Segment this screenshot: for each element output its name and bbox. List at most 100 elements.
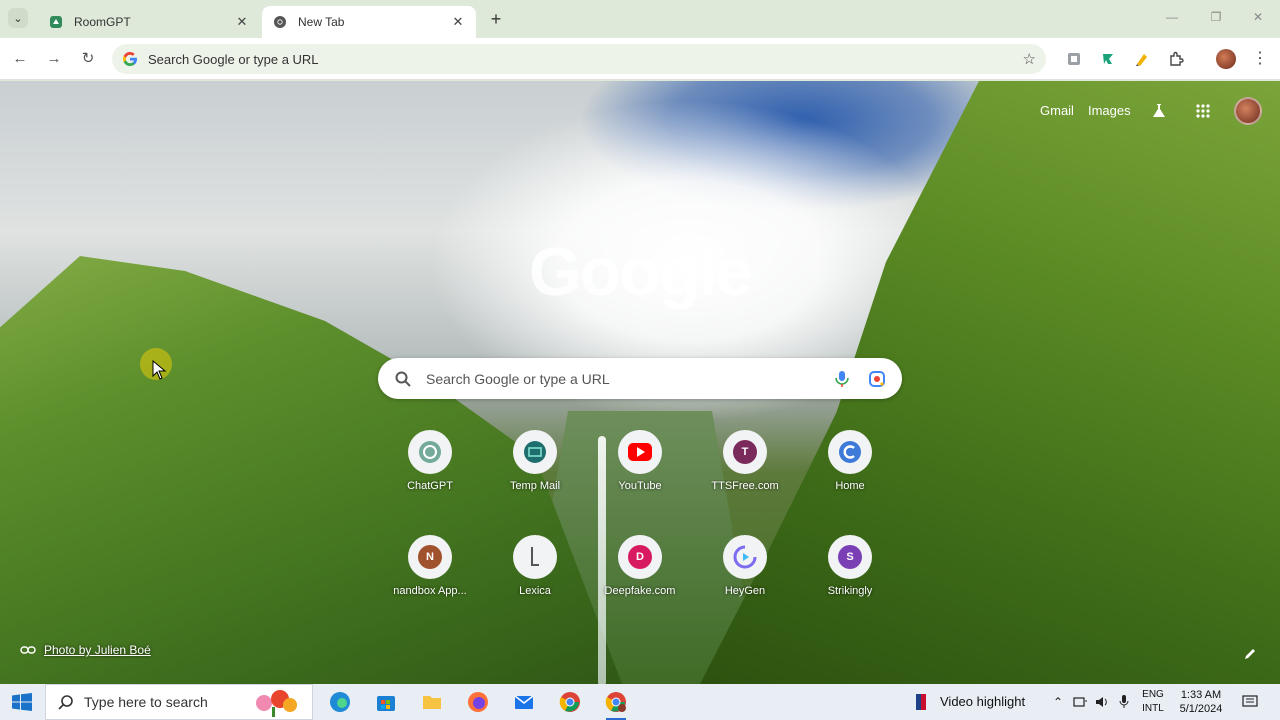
- shortcut-icon-container: [723, 535, 767, 579]
- shortcut-temp-mail[interactable]: Temp Mail: [483, 430, 587, 520]
- tab-title: RoomGPT: [74, 15, 131, 29]
- shortcut-deepfake[interactable]: D Deepfake.com: [588, 535, 692, 625]
- google-logo: Google: [528, 234, 753, 310]
- account-avatar[interactable]: [1234, 97, 1262, 125]
- shortcut-nandbox[interactable]: N nandbox App...: [378, 535, 482, 625]
- shortcut-ttsfree[interactable]: T TTSFree.com: [693, 430, 797, 520]
- photo-credit-link[interactable]: Photo by Julien Boé: [20, 643, 151, 657]
- shortcut-label: Home: [835, 480, 865, 492]
- close-window-icon[interactable]: ✕: [1248, 10, 1268, 28]
- shortcut-icon-container: N: [408, 535, 452, 579]
- profile-avatar[interactable]: [1216, 49, 1236, 69]
- shortcut-letter-icon: S: [838, 545, 862, 569]
- shortcut-label: Temp Mail: [509, 480, 561, 492]
- close-tab-icon[interactable]: ✕: [450, 14, 466, 30]
- ntp-top-links: Gmail Images: [1040, 103, 1131, 118]
- grammar-extension-icon[interactable]: [1098, 49, 1118, 69]
- nba-icon[interactable]: [914, 694, 928, 710]
- shortcut-icon-container: [513, 430, 557, 474]
- customize-pencil-icon[interactable]: [1238, 642, 1262, 666]
- shortcut-label: Lexica: [519, 585, 551, 597]
- more-menu-icon[interactable]: ⋮: [1250, 49, 1270, 69]
- clock-date: 5/1/2024: [1179, 703, 1223, 715]
- clock[interactable]: 1:33 AM 5/1/2024: [1176, 688, 1226, 716]
- notification-center-icon[interactable]: [1242, 694, 1258, 710]
- gmail-link[interactable]: Gmail: [1040, 103, 1074, 118]
- forward-icon[interactable]: →: [44, 49, 64, 69]
- google-g-icon: [123, 52, 137, 66]
- keyboard-layout: INTL: [1142, 703, 1164, 714]
- windows-start-icon[interactable]: [12, 693, 32, 711]
- youtube-icon: [628, 443, 652, 461]
- ntp-search-box[interactable]: Search Google or type a URL: [378, 358, 902, 399]
- taskbar-chrome-icon[interactable]: [558, 690, 582, 714]
- shortcut-lexica[interactable]: Lexica: [483, 535, 587, 625]
- google-lens-icon[interactable]: [868, 370, 886, 388]
- shortcut-label: Deepfake.com: [604, 585, 676, 597]
- tab-search-button[interactable]: ⌄: [8, 8, 28, 28]
- images-link[interactable]: Images: [1088, 103, 1131, 118]
- highlighter-extension-icon[interactable]: [1132, 49, 1152, 69]
- taskbar-chrome-profile-icon[interactable]: [604, 690, 628, 720]
- close-tab-icon[interactable]: ✕: [234, 14, 250, 30]
- shortcut-chatgpt[interactable]: ChatGPT: [378, 430, 482, 520]
- shortcut-icon-container: S: [828, 535, 872, 579]
- ntp-search-placeholder: Search Google or type a URL: [426, 370, 610, 387]
- show-hidden-icons-icon[interactable]: ⌃: [1050, 694, 1066, 710]
- shortcut-icon-container: T: [723, 430, 767, 474]
- microphone-tray-icon[interactable]: [1116, 694, 1132, 710]
- taskbar-firefox-icon[interactable]: [466, 690, 490, 714]
- tab-title: New Tab: [298, 15, 345, 29]
- taskbar-search-box[interactable]: Type here to search: [45, 684, 313, 720]
- volume-icon[interactable]: [1094, 694, 1110, 710]
- chrome-favicon-icon: [272, 14, 288, 30]
- shortcut-strikingly[interactable]: S Strikingly: [798, 535, 902, 625]
- shortcut-heygen[interactable]: HeyGen: [693, 535, 797, 625]
- photo-credit-text: Photo by Julien Boé: [44, 643, 151, 657]
- tab-roomgpt[interactable]: RoomGPT ✕: [38, 6, 260, 38]
- heygen-icon: [733, 545, 757, 569]
- microphone-icon[interactable]: [834, 370, 850, 388]
- shortcut-youtube[interactable]: YouTube: [588, 430, 692, 520]
- address-bar[interactable]: Search Google or type a URL ☆: [112, 44, 1046, 74]
- reload-icon[interactable]: ↻: [78, 49, 98, 69]
- tab-new-tab[interactable]: New Tab ✕: [262, 6, 476, 38]
- extension-icon[interactable]: [1064, 49, 1084, 69]
- taskbar-file-explorer-icon[interactable]: [420, 690, 444, 714]
- shortcut-label: YouTube: [618, 480, 662, 492]
- shortcut-label: ChatGPT: [407, 480, 453, 492]
- bookmark-star-icon[interactable]: ☆: [1023, 50, 1036, 68]
- back-icon[interactable]: ←: [10, 49, 30, 69]
- shortcut-icon-container: [828, 430, 872, 474]
- shortcut-label: TTSFree.com: [711, 480, 779, 492]
- search-icon: [395, 371, 411, 387]
- shortcut-letter-icon: N: [418, 545, 442, 569]
- shortcut-icon-container: D: [618, 535, 662, 579]
- shortcut-label: Strikingly: [827, 585, 873, 597]
- video-highlight-label[interactable]: Video highlight: [940, 694, 1025, 709]
- new-tab-button[interactable]: +: [486, 10, 506, 30]
- extensions-puzzle-icon[interactable]: [1166, 49, 1186, 69]
- taskbar-edge-icon[interactable]: [328, 690, 352, 714]
- shortcut-icon-container: [408, 430, 452, 474]
- shortcut-icon-container: [513, 535, 557, 579]
- shortcut-home[interactable]: Home: [798, 430, 902, 520]
- browser-toolbar: ← → ↻ Search Google or type a URL ☆ ⋮: [0, 38, 1280, 80]
- network-icon[interactable]: [1072, 694, 1088, 710]
- taskbar-mail-icon[interactable]: [512, 690, 536, 714]
- address-bar-placeholder: Search Google or type a URL: [148, 51, 319, 67]
- shortcut-letter-icon: T: [733, 440, 757, 464]
- link-icon: [20, 646, 36, 654]
- clock-time: 1:33 AM: [1180, 689, 1222, 701]
- restore-window-icon[interactable]: ❐: [1206, 10, 1226, 28]
- temp-mail-icon: [524, 441, 546, 463]
- shortcut-letter-icon: D: [628, 545, 652, 569]
- google-apps-icon[interactable]: [1194, 102, 1212, 120]
- input-language[interactable]: ENG INTL: [1138, 688, 1168, 716]
- home-c-icon: [839, 441, 861, 463]
- tab-strip: ⌄ RoomGPT ✕ New Tab ✕ + — ❐ ✕: [0, 0, 1280, 38]
- search-icon: [58, 695, 73, 710]
- labs-flask-icon[interactable]: [1150, 102, 1168, 120]
- minimize-window-icon[interactable]: —: [1162, 10, 1182, 28]
- taskbar-store-icon[interactable]: [374, 690, 398, 714]
